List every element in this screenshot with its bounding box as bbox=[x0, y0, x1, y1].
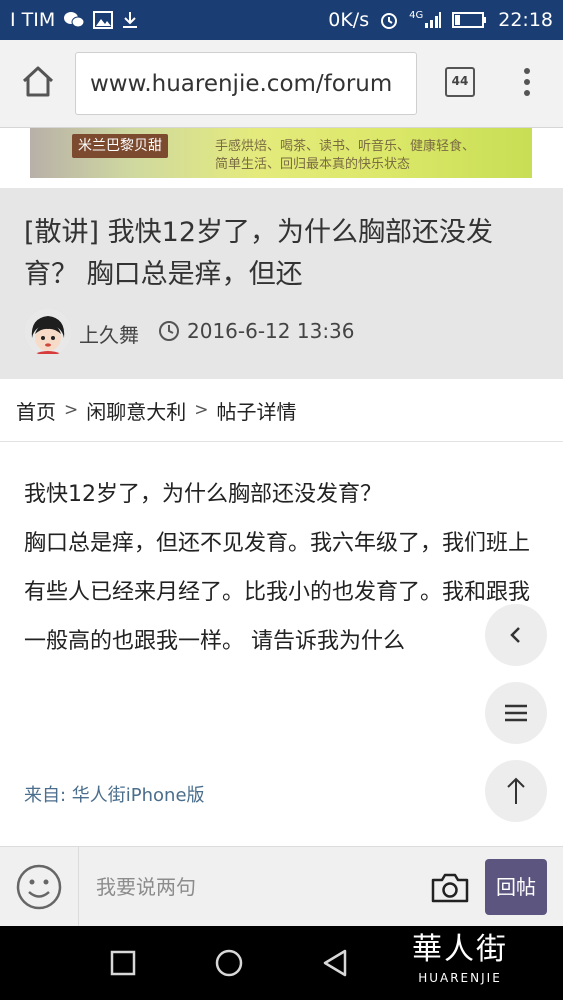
post-source[interactable]: 来自: 华人街iPhone版 bbox=[24, 781, 205, 807]
hamburger-icon bbox=[505, 704, 527, 722]
post-title: [散讲] 我快12岁了，为什么胸部还没发育？ 胸口总是痒，但还 bbox=[24, 217, 494, 290]
banner-tagline-line2: 简单生活、回归最本真的快乐状态 bbox=[215, 157, 411, 172]
post-body-paragraph: 胸口总是痒，但还不见发育。我六年级了，我们班上有些人已经来月经了。比我小的也发育… bbox=[24, 531, 531, 654]
back-float-button[interactable] bbox=[485, 604, 547, 666]
scroll-top-float-button[interactable] bbox=[485, 760, 547, 822]
reply-input[interactable]: 我要说两句 bbox=[96, 871, 196, 900]
chevron-left-icon bbox=[510, 627, 520, 643]
reply-button[interactable]: 回帖 bbox=[485, 859, 547, 915]
breadcrumb-home[interactable]: 首页 bbox=[16, 396, 56, 425]
post-author[interactable]: 上久舞 bbox=[79, 319, 139, 348]
gallery-icon bbox=[93, 11, 114, 29]
clock-icon bbox=[159, 321, 179, 341]
banner-logo: 米兰巴黎贝甜 bbox=[72, 134, 168, 158]
tab-switcher-button[interactable]: 44 bbox=[445, 67, 475, 97]
system-nav-bar: 華人街 HUARENJIE bbox=[0, 926, 563, 1000]
home-circle-icon[interactable] bbox=[214, 948, 244, 978]
browser-toolbar: www.huarenjie.com/forum 44 bbox=[0, 40, 563, 128]
post-body-line: 我快12岁了，为什么胸部还没发育？ bbox=[24, 482, 382, 507]
net-speed: 0K/s bbox=[328, 9, 370, 31]
post-body: 我快12岁了，为什么胸部还没发育？ 胸口总是痒，但还不见发育。我六年级了，我们班… bbox=[24, 470, 534, 666]
arrow-up-icon bbox=[507, 777, 525, 804]
signal-icon bbox=[425, 12, 442, 28]
status-bar: I TIM 0K/s 4G 22:18 bbox=[0, 0, 563, 40]
back-triangle-icon[interactable] bbox=[320, 948, 350, 978]
breadcrumb-forum[interactable]: 闲聊意大利 bbox=[86, 396, 186, 425]
download-icon bbox=[123, 12, 138, 28]
home-icon[interactable] bbox=[18, 62, 58, 102]
avatar[interactable] bbox=[24, 308, 72, 356]
url-bar[interactable]: www.huarenjie.com/forum bbox=[75, 52, 417, 115]
breadcrumb-current: 帖子详情 bbox=[216, 399, 297, 424]
post-header: [散讲] 我快12岁了，为什么胸部还没发育？ 胸口总是痒，但还 上久舞 2016… bbox=[0, 188, 563, 379]
post-date: 2016-6-12 13:36 bbox=[187, 319, 355, 343]
more-menu-icon[interactable] bbox=[515, 62, 539, 102]
banner-tagline: 手感烘焙、喝茶、读书、听音乐、健康轻食、 简单生活、回归最本真的快乐状态 bbox=[215, 138, 475, 174]
breadcrumb-separator: > bbox=[194, 400, 209, 420]
wechat-icon bbox=[64, 12, 85, 28]
banner-tagline-line1: 手感烘焙、喝茶、读书、听音乐、健康轻食、 bbox=[215, 139, 476, 154]
reply-bar: 我要说两句 回帖 bbox=[0, 846, 563, 927]
battery-icon bbox=[452, 12, 487, 28]
recent-apps-icon[interactable] bbox=[110, 950, 136, 976]
watermark-cn: 華人街 bbox=[412, 932, 508, 967]
reply-divider bbox=[78, 847, 79, 927]
ad-banner[interactable]: 米兰巴黎贝甜 手感烘焙、喝茶、读书、听音乐、健康轻食、 简单生活、回归最本真的快… bbox=[0, 128, 563, 188]
camera-icon[interactable] bbox=[430, 871, 470, 905]
alarm-icon bbox=[381, 13, 398, 29]
breadcrumb: 首页 > 闲聊意大利 > 帖子详情 bbox=[0, 379, 563, 442]
emoji-icon[interactable] bbox=[15, 863, 63, 911]
watermark-en: HUARENJIE bbox=[418, 971, 502, 985]
network-type: 4G bbox=[409, 10, 424, 21]
menu-float-button[interactable] bbox=[485, 682, 547, 744]
clock-time: 22:18 bbox=[498, 9, 553, 31]
breadcrumb-separator: > bbox=[64, 400, 79, 420]
watermark: 華人街 HUARENJIE bbox=[412, 930, 508, 986]
carrier-label: I TIM bbox=[10, 9, 56, 31]
